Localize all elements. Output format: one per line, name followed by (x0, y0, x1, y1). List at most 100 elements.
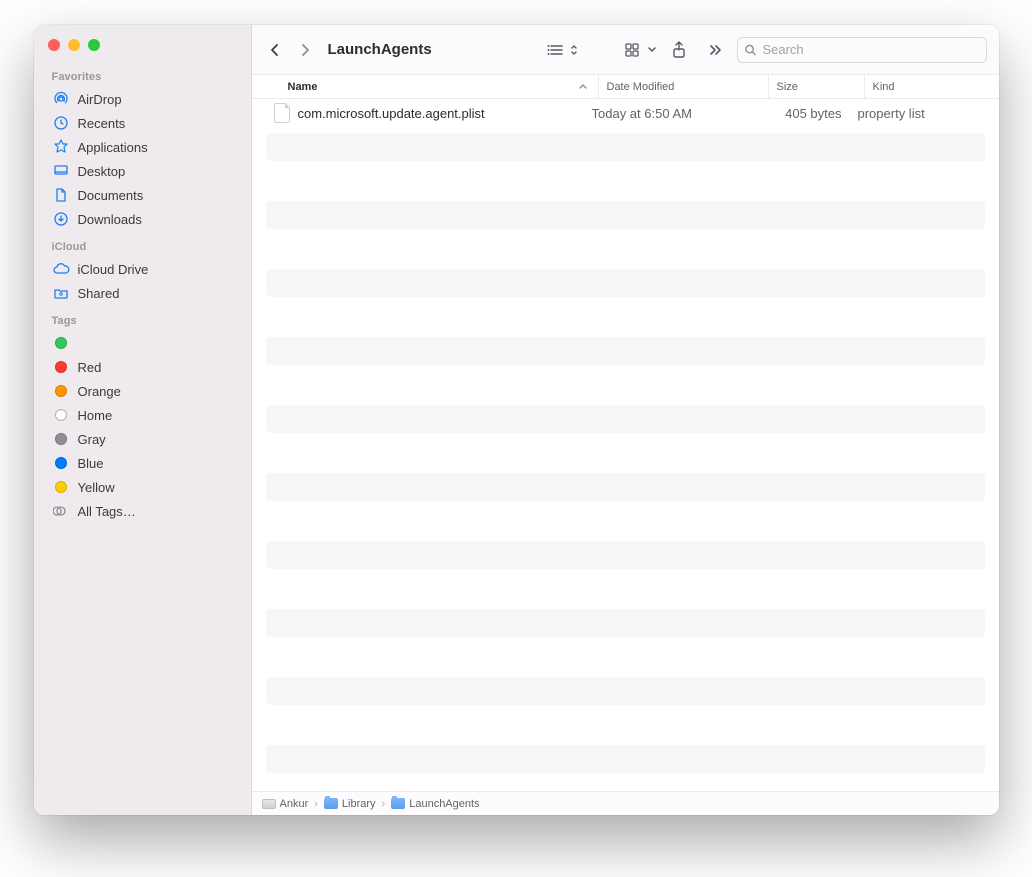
file-row (266, 405, 985, 433)
clock-icon (52, 115, 70, 131)
path-segment[interactable]: LaunchAgents (391, 798, 479, 810)
sidebar-tag-yellow[interactable]: Yellow (34, 475, 251, 499)
airdrop-icon (52, 91, 70, 107)
sort-ascending-icon (578, 82, 588, 92)
sidebar-item-label: Shared (78, 286, 120, 301)
plist-file-icon (274, 103, 290, 123)
sidebar-tag-gray[interactable]: Gray (34, 427, 251, 451)
column-header-date[interactable]: Date Modified (598, 75, 768, 98)
double-chevron-icon (708, 43, 722, 57)
file-row (266, 609, 985, 637)
forward-button[interactable] (294, 38, 316, 62)
list-view-icon (547, 43, 565, 57)
file-row (266, 473, 985, 501)
sidebar-item-label: Downloads (78, 212, 142, 227)
sidebar-item-recents[interactable]: Recents (34, 111, 251, 135)
sidebar-item-label: Recents (78, 116, 126, 131)
sidebar: Favorites AirDrop Recents Applications D… (34, 25, 252, 815)
path-bar: Ankur › Library › LaunchAgents (252, 791, 999, 815)
sidebar-item-documents[interactable]: Documents (34, 183, 251, 207)
file-name: com.microsoft.update.agent.plist (298, 106, 485, 121)
tag-dot-icon (52, 481, 70, 493)
view-mode-control[interactable] (547, 43, 579, 57)
sidebar-item-icloud-drive[interactable]: iCloud Drive (34, 257, 251, 281)
sidebar-tag-green[interactable] (34, 331, 251, 355)
sidebar-item-label: Documents (78, 188, 144, 203)
file-row (266, 371, 985, 399)
share-button[interactable] (665, 38, 693, 62)
group-by-control[interactable] (625, 43, 657, 57)
downloads-icon (52, 211, 70, 227)
chevron-updown-icon (569, 43, 579, 57)
search-input[interactable] (760, 41, 979, 58)
column-header-row: Name Date Modified Size Kind (252, 75, 999, 99)
file-size: 405 bytes (754, 106, 850, 121)
tag-dot-icon (52, 337, 70, 349)
file-row (266, 439, 985, 467)
share-icon (671, 41, 687, 59)
search-field[interactable] (737, 37, 987, 63)
file-date: Today at 6:50 AM (584, 106, 754, 121)
sidebar-item-label: Yellow (78, 480, 115, 495)
file-row (266, 643, 985, 671)
main-area: LaunchAgents Name Date (252, 25, 999, 815)
all-tags-icon (52, 505, 70, 517)
file-row (266, 269, 985, 297)
minimize-window-button[interactable] (68, 39, 80, 51)
file-row (266, 779, 985, 791)
sidebar-item-label: Red (78, 360, 102, 375)
file-row[interactable]: com.microsoft.update.agent.plist Today at… (266, 99, 985, 127)
path-separator-icon: › (314, 798, 318, 810)
sidebar-tag-blue[interactable]: Blue (34, 451, 251, 475)
finder-window: Favorites AirDrop Recents Applications D… (34, 25, 999, 815)
sidebar-section-tags: Tags (34, 305, 251, 331)
folder-icon (324, 798, 338, 809)
sidebar-tag-home[interactable]: Home (34, 403, 251, 427)
sidebar-item-shared[interactable]: Shared (34, 281, 251, 305)
applications-icon (52, 139, 70, 155)
sidebar-item-airdrop[interactable]: AirDrop (34, 87, 251, 111)
file-row (266, 541, 985, 569)
sidebar-item-label: iCloud Drive (78, 262, 149, 277)
column-header-name[interactable]: Name (252, 75, 598, 98)
path-segment[interactable]: Ankur (262, 798, 309, 810)
sidebar-section-favorites: Favorites (34, 61, 251, 87)
sidebar-tag-orange[interactable]: Orange (34, 379, 251, 403)
file-row (266, 745, 985, 773)
sidebar-item-label: Applications (78, 140, 148, 155)
sidebar-section-icloud: iCloud (34, 231, 251, 257)
back-button[interactable] (264, 38, 286, 62)
sidebar-tag-all[interactable]: All Tags… (34, 499, 251, 523)
file-row (266, 167, 985, 195)
column-header-kind[interactable]: Kind (864, 75, 999, 98)
sidebar-item-label: Blue (78, 456, 104, 471)
tag-dot-icon (52, 433, 70, 445)
close-window-button[interactable] (48, 39, 60, 51)
search-icon (744, 43, 757, 57)
sidebar-item-label: Desktop (78, 164, 126, 179)
toolbar: LaunchAgents (252, 25, 999, 75)
sidebar-item-desktop[interactable]: Desktop (34, 159, 251, 183)
sidebar-item-label: All Tags… (78, 504, 136, 519)
sidebar-item-label: AirDrop (78, 92, 122, 107)
path-segment[interactable]: Library (324, 798, 376, 810)
disk-icon (262, 799, 276, 809)
file-row (266, 133, 985, 161)
file-row (266, 677, 985, 705)
sidebar-item-label: Gray (78, 432, 106, 447)
chevron-down-icon (647, 45, 657, 55)
file-list[interactable]: com.microsoft.update.agent.plist Today at… (252, 99, 999, 791)
toolbar-overflow-button[interactable] (701, 38, 729, 62)
sidebar-item-label: Home (78, 408, 113, 423)
column-header-size[interactable]: Size (768, 75, 864, 98)
path-separator-icon: › (382, 798, 386, 810)
sidebar-tag-red[interactable]: Red (34, 355, 251, 379)
tag-dot-icon (52, 457, 70, 469)
sidebar-item-applications[interactable]: Applications (34, 135, 251, 159)
sidebar-item-downloads[interactable]: Downloads (34, 207, 251, 231)
fullscreen-window-button[interactable] (88, 39, 100, 51)
tag-dot-icon (52, 385, 70, 397)
tag-dot-icon (52, 361, 70, 373)
file-row (266, 303, 985, 331)
document-icon (52, 187, 70, 203)
